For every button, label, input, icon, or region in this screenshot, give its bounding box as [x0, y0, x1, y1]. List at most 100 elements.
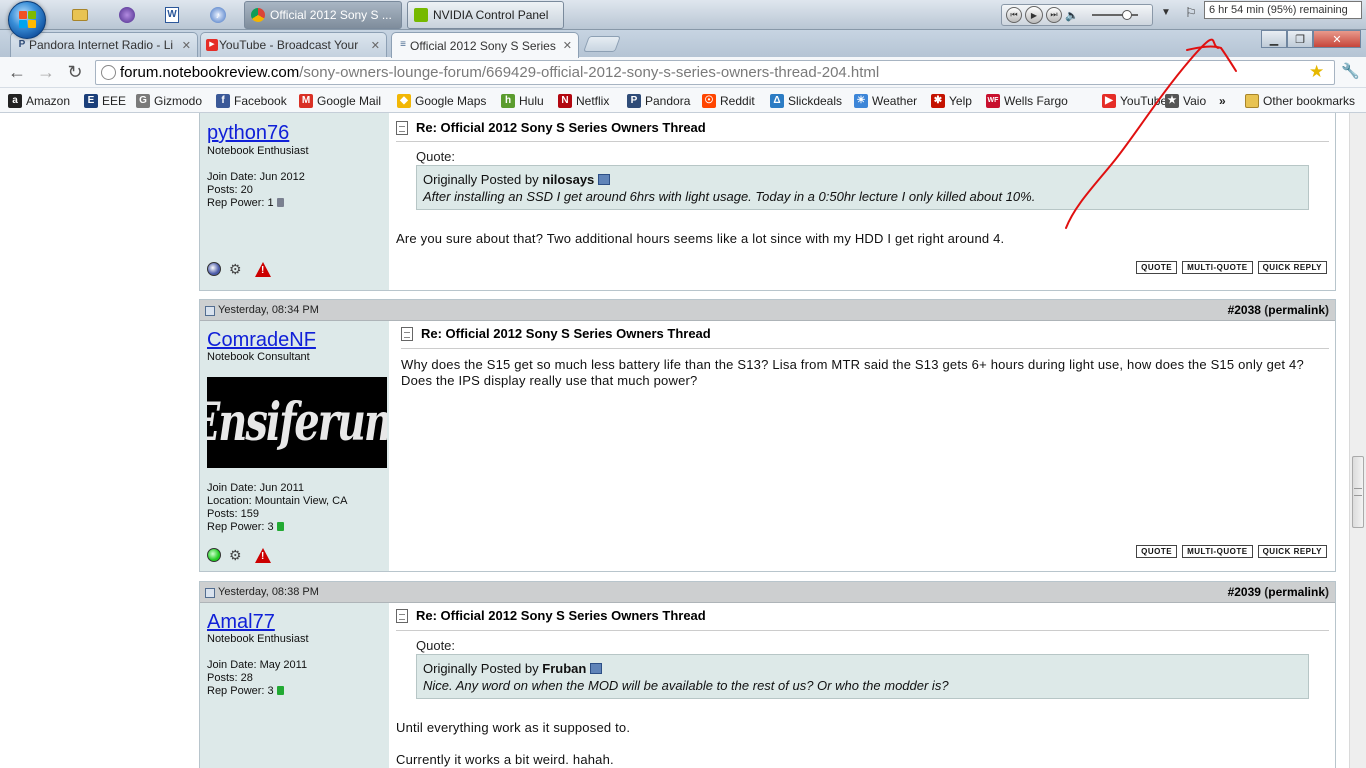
taskbar-nvidia-window[interactable]: NVIDIA Control Panel — [407, 1, 564, 29]
task-label: NVIDIA Control Panel — [433, 8, 549, 22]
quote-button[interactable]: QUOTE — [1136, 261, 1178, 274]
multi-quote-button[interactable]: MULTI-QUOTE — [1182, 545, 1253, 558]
explorer-icon[interactable] — [68, 4, 92, 26]
bookmark-wells-fargo[interactable]: WF Wells Fargo — [986, 92, 1068, 109]
post-icon — [401, 326, 413, 341]
close-tab-icon[interactable]: ✕ — [563, 39, 572, 52]
new-tab-button[interactable] — [583, 36, 621, 52]
bookmark-slickdeals[interactable]: Δ Slickdeals — [770, 92, 842, 109]
bookmark-youtube[interactable]: ▶ YouTube — [1102, 92, 1167, 109]
bookmark-reddit[interactable]: ☉ Reddit — [702, 92, 755, 109]
back-button[interactable]: ← — [6, 61, 28, 83]
bookmark-label: Slickdeals — [788, 93, 843, 108]
battery-tooltip: 6 hr 54 min (95%) remaining — [1204, 1, 1362, 19]
address-bar[interactable]: forum.notebookreview.com/sony-owners-lou… — [95, 60, 1335, 85]
bookmark-label: Facebook — [234, 93, 287, 108]
volume-slider[interactable] — [1091, 10, 1138, 20]
itunes-icon[interactable]: ♪ — [206, 4, 230, 26]
post-message: Why does the S15 get so much less batter… — [401, 357, 1304, 388]
google-maps-icon: ◆ — [397, 93, 411, 108]
bookmark-pandora[interactable]: P Pandora — [627, 92, 690, 109]
post-status-icon — [205, 306, 215, 316]
tab-title: Pandora Internet Radio - Li — [29, 38, 174, 52]
bookmark-label: Vaio — [1183, 93, 1207, 108]
word-icon[interactable]: W — [160, 4, 184, 26]
permalink-link[interactable]: permalink — [1268, 585, 1325, 599]
close-window-button[interactable]: ✕ — [1313, 30, 1361, 48]
bookmark-gizmodo[interactable]: G Gizmodo — [136, 92, 202, 109]
post-icon — [396, 120, 408, 135]
online-status-icon — [207, 548, 221, 562]
bookmark-google-maps[interactable]: ◆ Google Maps — [397, 92, 486, 109]
quote-label: Quote: — [416, 638, 456, 653]
username-link[interactable]: Amal77 — [207, 611, 275, 634]
close-tab-icon[interactable]: ✕ — [182, 39, 191, 52]
start-button[interactable] — [8, 1, 46, 39]
taskbar-chrome-window[interactable]: Official 2012 Sony S ... — [244, 1, 402, 29]
bookmark-label: EEE — [102, 93, 127, 108]
tab-pandora[interactable]: P Pandora Internet Radio - Li ✕ — [10, 32, 198, 57]
report-post-icon[interactable] — [255, 547, 271, 563]
bookmark-google-mail[interactable]: M Google Mail — [299, 92, 381, 109]
page-scrollbar[interactable] — [1349, 113, 1366, 768]
previous-track-button[interactable]: ⏮ — [1006, 7, 1022, 23]
quote-button[interactable]: QUOTE — [1136, 545, 1178, 558]
report-post-icon[interactable] — [255, 261, 271, 277]
other-bookmarks-folder[interactable]: Other bookmarks — [1245, 92, 1355, 109]
add-to-reputation-icon[interactable]: ⚙ — [229, 261, 247, 277]
username-link[interactable]: python76 — [207, 122, 289, 145]
next-track-button[interactable]: ⏭ — [1046, 7, 1062, 23]
bookmark-label: Google Mail — [317, 93, 382, 108]
bookmark-star-icon[interactable]: ★ — [1309, 62, 1324, 82]
hulu-icon: h — [501, 93, 515, 108]
bookmark-eee[interactable]: E EEE — [84, 92, 126, 109]
minimize-button[interactable]: ▁ — [1261, 30, 1287, 48]
action-center-flag-icon[interactable]: ⚐ — [1185, 5, 1197, 21]
post-number-link[interactable]: #2038 — [1228, 303, 1261, 317]
post-content: Re: Official 2012 Sony S Series Owners T… — [396, 603, 1335, 768]
pandora-icon: P — [627, 93, 641, 108]
rep-power-icon — [276, 686, 284, 695]
reload-button[interactable]: ↻ — [64, 61, 86, 83]
vaio-icon: ★ — [1165, 93, 1179, 108]
youtube-icon: ▶ — [1102, 93, 1116, 108]
bookmark-vaio[interactable]: ★ Vaio — [1165, 92, 1206, 109]
bookmark-yelp[interactable]: ✱ Yelp — [931, 92, 972, 109]
bookmark-netflix[interactable]: N Netflix — [558, 92, 609, 109]
taskbar: W ♪ Official 2012 Sony S ... NVIDIA Cont… — [0, 0, 1366, 39]
volume-icon: 🔈 — [1065, 9, 1079, 22]
user-avatar[interactable]: Ensiferum — [207, 377, 387, 468]
quick-reply-button[interactable]: QUICK REPLY — [1257, 261, 1327, 274]
yelp-icon: ✱ — [931, 93, 945, 108]
more-bookmarks-chevron-icon[interactable]: » — [1219, 92, 1226, 109]
bookmark-hulu[interactable]: h Hulu — [501, 92, 544, 109]
username-link[interactable]: ComradeNF — [207, 329, 316, 352]
add-to-reputation-icon[interactable]: ⚙ — [229, 547, 247, 563]
show-hidden-icons-chevron-icon[interactable]: ▼ — [1161, 7, 1171, 18]
close-tab-icon[interactable]: ✕ — [371, 39, 380, 52]
tab-youtube[interactable]: ▶ YouTube - Broadcast Your ✕ — [200, 32, 387, 57]
user-title: Notebook Enthusiast — [207, 633, 309, 645]
bookmark-label: Google Maps — [415, 93, 487, 108]
bookmark-facebook[interactable]: f Facebook — [216, 92, 287, 109]
pandora-icon: P — [18, 39, 26, 50]
post-python76: python76 Notebook Enthusiast Join Date: … — [199, 113, 1336, 291]
forum-page: python76 Notebook Enthusiast Join Date: … — [0, 113, 1349, 768]
avatar-logo-text: Ensiferum — [207, 391, 387, 454]
post-number-link[interactable]: #2039 — [1228, 585, 1261, 599]
view-post-icon[interactable] — [598, 174, 611, 185]
wrench-menu-icon[interactable]: 🔧 — [1341, 62, 1360, 80]
quick-reply-button[interactable]: QUICK REPLY — [1257, 545, 1327, 558]
bookmark-amazon[interactable]: a Amazon — [8, 92, 70, 109]
permalink-link[interactable]: permalink — [1268, 303, 1325, 317]
media-center-icon[interactable] — [115, 4, 139, 26]
bookmark-weather[interactable]: ☀ Weather — [854, 92, 917, 109]
restore-button[interactable]: ❐ — [1287, 30, 1313, 48]
post-message-line-2: Currently it works a bit weird. hahah. — [396, 752, 614, 767]
play-button[interactable]: ▶ — [1025, 6, 1043, 24]
tab-notebookreview[interactable]: ≡ Official 2012 Sony S Series ✕ — [391, 32, 579, 58]
multi-quote-button[interactable]: MULTI-QUOTE — [1182, 261, 1253, 274]
forward-button[interactable]: → — [35, 61, 57, 83]
netflix-icon: N — [558, 93, 572, 108]
view-post-icon[interactable] — [590, 663, 603, 674]
